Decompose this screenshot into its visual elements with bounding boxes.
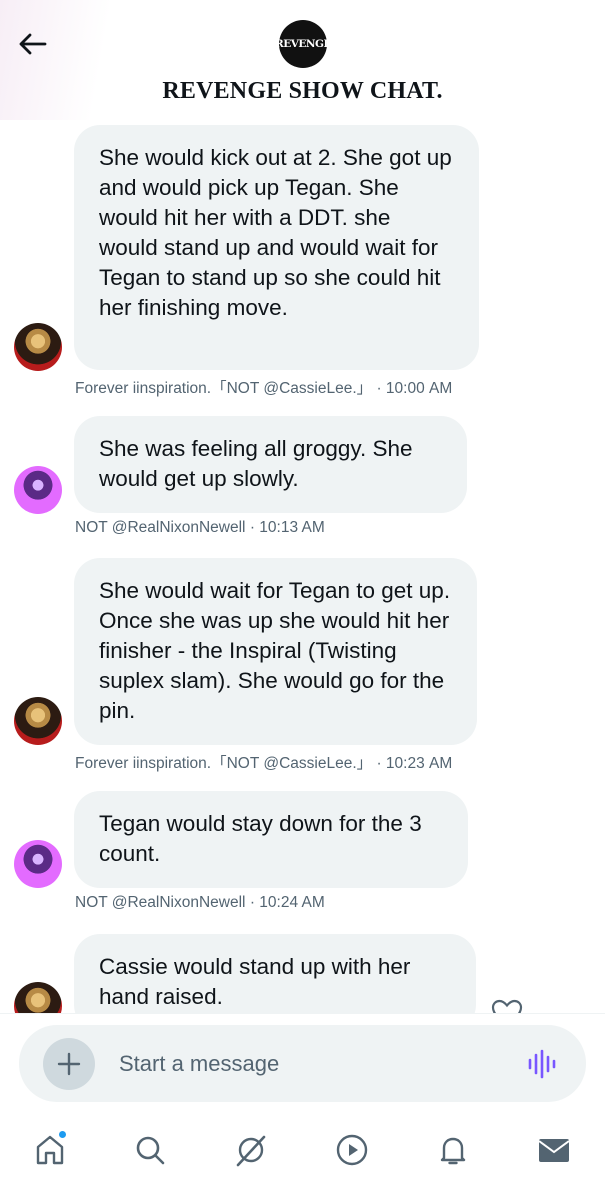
message-time: 10:24 AM xyxy=(259,894,325,911)
home-notification-dot xyxy=(58,1130,67,1139)
message-author[interactable]: NOT @RealNixonNewell xyxy=(75,894,246,911)
group-logo[interactable]: REVENGE xyxy=(275,20,331,68)
messages-icon xyxy=(538,1139,570,1162)
message-bubble[interactable]: Cassie would stand up with her hand rais… xyxy=(74,934,476,1013)
message-bubble[interactable]: She was feeling all groggy. She would ge… xyxy=(74,416,467,513)
plus-icon xyxy=(57,1052,81,1076)
message-time: 10:23 AM xyxy=(385,755,453,772)
message-meta: Forever iinspiration.「NOT @CassieLee.」 ·… xyxy=(75,751,452,773)
message-text: Cassie would stand up with her hand rais… xyxy=(99,954,411,1009)
message-bubble[interactable]: Tegan would stay down for the 3 count. xyxy=(74,791,468,888)
message-text: She would wait for Tegan to get up. Once… xyxy=(99,578,451,723)
message-author[interactable]: Forever iinspiration.「NOT @CassieLee.」 xyxy=(75,380,372,397)
notifications-icon xyxy=(440,1137,466,1165)
meta-separator: · xyxy=(249,519,260,536)
add-media-button[interactable] xyxy=(43,1038,95,1090)
logo-text: REVENGE xyxy=(275,38,331,50)
message-bubble[interactable]: She would wait for Tegan to get up. Once… xyxy=(74,558,477,745)
message-composer xyxy=(19,1025,586,1102)
avatar[interactable] xyxy=(14,982,62,1013)
grok-icon xyxy=(236,1135,266,1167)
message-list[interactable]: She would kick out at 2. She got up and … xyxy=(0,120,605,1013)
tab-messages[interactable] xyxy=(534,1130,574,1170)
meta-separator: · xyxy=(376,755,386,772)
search-icon xyxy=(136,1136,165,1165)
message-meta: NOT @RealNixonNewell · 10:13 AM xyxy=(75,519,325,537)
video-icon xyxy=(336,1134,368,1166)
avatar[interactable] xyxy=(14,840,62,888)
message-meta: NOT @RealNixonNewell · 10:24 AM xyxy=(75,894,325,912)
message-text: She was feeling all groggy. She would ge… xyxy=(99,436,413,491)
message-author[interactable]: Forever iinspiration.「NOT @CassieLee.」 xyxy=(75,755,372,772)
composer-divider xyxy=(0,1013,605,1014)
message-time: 10:13 AM xyxy=(259,519,325,536)
tab-video[interactable] xyxy=(332,1130,372,1170)
tab-search[interactable] xyxy=(130,1130,170,1170)
message-author[interactable]: NOT @RealNixonNewell xyxy=(75,519,246,536)
message-bubble[interactable]: She would kick out at 2. She got up and … xyxy=(74,125,479,370)
tab-notifications[interactable] xyxy=(433,1130,473,1170)
back-button[interactable] xyxy=(14,26,50,62)
avatar[interactable] xyxy=(14,466,62,514)
message-meta: Forever iinspiration.「NOT @CassieLee.」 ·… xyxy=(75,376,452,398)
bottom-tab-bar xyxy=(0,1110,605,1200)
avatar[interactable] xyxy=(14,697,62,745)
heart-reaction-icon[interactable] xyxy=(490,998,524,1013)
tab-grok[interactable] xyxy=(231,1130,271,1170)
message-input[interactable] xyxy=(119,1047,499,1081)
chat-header: REVENGE REVENGE SHOW CHAT. xyxy=(0,0,605,120)
message-text: Tegan would stay down for the 3 count. xyxy=(99,811,422,866)
avatar[interactable] xyxy=(14,323,62,371)
meta-separator: · xyxy=(249,894,260,911)
message-text: She would kick out at 2. She got up and … xyxy=(99,145,452,320)
message-time: 10:00 AM xyxy=(385,380,453,397)
voice-message-button[interactable] xyxy=(525,1047,559,1081)
meta-separator: · xyxy=(376,380,386,397)
chat-title[interactable]: REVENGE SHOW CHAT. xyxy=(0,78,605,105)
voice-waveform-icon xyxy=(528,1049,556,1079)
arrow-left-icon xyxy=(19,33,47,55)
